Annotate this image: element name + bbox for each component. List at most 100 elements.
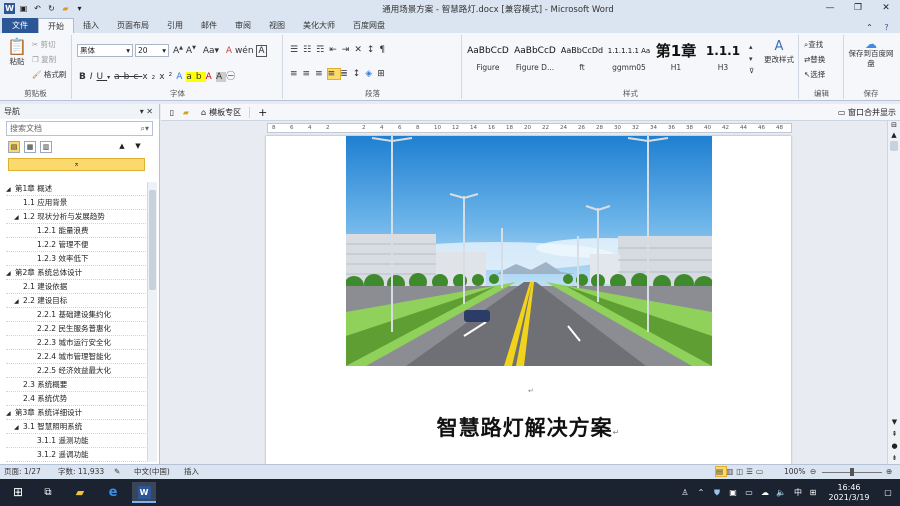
ime-mode-icon[interactable]: ⊞ bbox=[806, 482, 820, 503]
nav-heading-item[interactable]: 2.4 系统优势 bbox=[6, 392, 148, 406]
style-figure-d[interactable]: AaBbCcD Figure D... bbox=[512, 39, 558, 79]
template-zone-tab[interactable]: 模板专区 bbox=[209, 106, 251, 118]
nav-heading-item[interactable]: 2.2.3 城市运行安全化 bbox=[6, 336, 148, 350]
grow-font-icon[interactable]: A▲ bbox=[173, 45, 183, 56]
char-border-icon[interactable]: A bbox=[256, 45, 267, 57]
volume-icon[interactable]: 🔈 bbox=[774, 482, 788, 503]
change-case-icon[interactable]: Aa▾ bbox=[203, 46, 219, 56]
align-left-icon[interactable]: ≡ bbox=[290, 69, 303, 79]
chinese-layout-icon[interactable]: ✕ bbox=[354, 45, 367, 55]
multilevel-list-icon[interactable]: ☶ bbox=[316, 45, 329, 55]
change-styles-button[interactable]: A 更改样式 bbox=[761, 39, 797, 65]
subscript-icon[interactable]: x₂ bbox=[142, 72, 159, 82]
cloud-icon[interactable]: ☁ bbox=[758, 482, 772, 503]
nav-heading-item[interactable]: ◢ 2.2 建设目标 bbox=[6, 294, 148, 308]
tab-baidu-netdisk[interactable]: 百度网盘 bbox=[344, 18, 394, 33]
ruler-toggle-icon[interactable]: ⊟ bbox=[888, 121, 900, 129]
styles-scroll[interactable]: ▴ ▾ ⊽ bbox=[749, 41, 754, 77]
word-count[interactable]: 字数: 11,933 bbox=[58, 465, 104, 479]
scroll-thumb[interactable] bbox=[890, 141, 898, 151]
tab-references[interactable]: 引用 bbox=[158, 18, 192, 33]
tab-insert[interactable]: 插入 bbox=[74, 18, 108, 33]
task-view-icon[interactable]: ⧉ bbox=[38, 482, 58, 503]
edge-browser-icon[interactable]: e bbox=[102, 482, 124, 503]
next-page-icon[interactable]: ⇟ bbox=[888, 454, 900, 462]
shading-icon[interactable]: ◈ bbox=[365, 69, 377, 79]
nav-heading-item[interactable]: 1.2.2 管理不便 bbox=[6, 238, 148, 252]
nav-heading-item[interactable]: 2.1 建设依据 bbox=[6, 280, 148, 294]
nav-scrollbar[interactable] bbox=[147, 182, 157, 462]
justify-icon[interactable]: ≡ bbox=[326, 68, 342, 80]
draft-view-icon[interactable]: ▭ bbox=[756, 467, 766, 476]
redo-icon[interactable]: ↻ bbox=[46, 3, 57, 14]
nav-next-icon[interactable]: ▼ bbox=[132, 141, 144, 153]
proofing-icon[interactable]: ✎ bbox=[114, 465, 120, 479]
expand-triangle-icon[interactable]: ◢ bbox=[6, 183, 15, 196]
tab-review[interactable]: 审阅 bbox=[226, 18, 260, 33]
numbering-icon[interactable]: ☷ bbox=[303, 45, 316, 55]
nav-headings-tab-icon[interactable]: ▤ bbox=[8, 141, 20, 153]
shrink-font-icon[interactable]: A▼ bbox=[186, 45, 196, 56]
cut-button[interactable]: ✂ 剪切 bbox=[32, 39, 56, 50]
tab-view[interactable]: 视图 bbox=[260, 18, 294, 33]
decrease-indent-icon[interactable]: ⇤ bbox=[329, 45, 342, 55]
font-name-combo[interactable]: 黑体 ▾ bbox=[77, 44, 133, 57]
nav-collapse-all-bar[interactable]: ⌅ bbox=[8, 158, 145, 171]
minimize-button[interactable]: — bbox=[816, 0, 844, 17]
web-layout-icon[interactable]: ◫ bbox=[736, 467, 746, 476]
restore-button[interactable]: ❐ bbox=[844, 0, 872, 17]
zoom-level[interactable]: 100% bbox=[784, 465, 805, 479]
nav-pages-tab-icon[interactable]: ▦ bbox=[24, 141, 36, 153]
nav-heading-item[interactable]: ◢ 3.1 智慧照明系统 bbox=[6, 420, 148, 434]
nav-search-input[interactable]: 搜索文档 ⌕▾ bbox=[6, 121, 153, 136]
scroll-up-icon[interactable]: ▲ bbox=[888, 131, 900, 139]
style-h1[interactable]: 第1章 H1 bbox=[653, 39, 699, 79]
start-icon[interactable]: ⊞ bbox=[8, 482, 28, 503]
print-layout-icon[interactable]: ▤ bbox=[714, 466, 728, 477]
underline-icon[interactable]: U bbox=[97, 72, 108, 82]
borders-icon[interactable]: ⊞ bbox=[377, 69, 390, 79]
italic-icon[interactable]: I bbox=[90, 72, 97, 82]
nav-heading-item[interactable]: 3.1.1 遥测功能 bbox=[6, 434, 148, 448]
home-icon[interactable]: ⌂ bbox=[201, 108, 206, 117]
copy-button[interactable]: ❐ 复制 bbox=[32, 54, 56, 65]
full-screen-reading-icon[interactable]: ▥ bbox=[726, 467, 736, 476]
align-center-icon[interactable]: ≡ bbox=[303, 69, 316, 79]
nav-prev-icon[interactable]: ▲ bbox=[116, 141, 128, 153]
format-painter-button[interactable]: 🖌 格式刷 bbox=[32, 69, 66, 80]
page-count[interactable]: 页面: 1/27 bbox=[4, 465, 41, 479]
clock[interactable]: 16:46 2021/3/19 bbox=[822, 483, 876, 504]
ime-indicator[interactable]: 中 bbox=[790, 482, 806, 503]
scroll-down-icon[interactable]: ▼ bbox=[888, 418, 900, 426]
bullets-icon[interactable]: ☰ bbox=[290, 45, 303, 55]
style-figure[interactable]: AaBbCcD Figure bbox=[465, 39, 511, 79]
nav-options-icon[interactable]: ▾ bbox=[140, 107, 144, 116]
expand-triangle-icon[interactable]: ◢ bbox=[6, 267, 15, 280]
close-button[interactable]: ✕ bbox=[872, 0, 900, 17]
document-title[interactable]: 智慧路灯解决方案↵ bbox=[266, 412, 791, 442]
nav-heading-item[interactable]: 2.2.4 城市管理智能化 bbox=[6, 350, 148, 364]
nav-heading-item[interactable]: ◢ 第2章 系统总体设计 bbox=[6, 266, 148, 280]
word-taskbar-icon[interactable]: W bbox=[132, 482, 156, 503]
security-shield-icon[interactable]: ⛊ bbox=[710, 482, 724, 503]
battery-icon[interactable]: ▭ bbox=[742, 482, 756, 503]
browse-object-icon[interactable]: ● bbox=[888, 442, 900, 450]
save-to-baidu-button[interactable]: ☁ 保存到百度网盘 bbox=[847, 38, 895, 69]
outline-view-icon[interactable]: ☰ bbox=[746, 467, 756, 476]
tab-home[interactable]: 开始 bbox=[38, 18, 74, 33]
font-color-icon[interactable]: A bbox=[206, 72, 216, 82]
nav-heading-item[interactable]: 3.1.2 遥调功能 bbox=[6, 448, 148, 462]
nav-heading-item[interactable]: ◢ 1.2 现状分析与发展趋势 bbox=[6, 210, 148, 224]
nav-heading-item[interactable]: ◢ 第1章 概述 bbox=[6, 182, 148, 196]
save-icon[interactable]: ▣ bbox=[18, 3, 29, 14]
phonetic-guide-icon[interactable]: wén bbox=[235, 46, 254, 56]
undo-icon[interactable]: ↶ bbox=[32, 3, 43, 14]
file-explorer-icon[interactable]: ▰ bbox=[70, 482, 90, 503]
nav-heading-item[interactable]: 1.2.1 能量浪费 bbox=[6, 224, 148, 238]
nav-results-tab-icon[interactable]: ▥ bbox=[40, 141, 52, 153]
tab-mailings[interactable]: 邮件 bbox=[192, 18, 226, 33]
nav-heading-item[interactable]: 2.2.1 基础建设集约化 bbox=[6, 308, 148, 322]
person-icon[interactable]: ♙ bbox=[678, 482, 692, 503]
select-button[interactable]: ↖选择 bbox=[804, 69, 825, 80]
expand-triangle-icon[interactable]: ◢ bbox=[14, 421, 23, 434]
